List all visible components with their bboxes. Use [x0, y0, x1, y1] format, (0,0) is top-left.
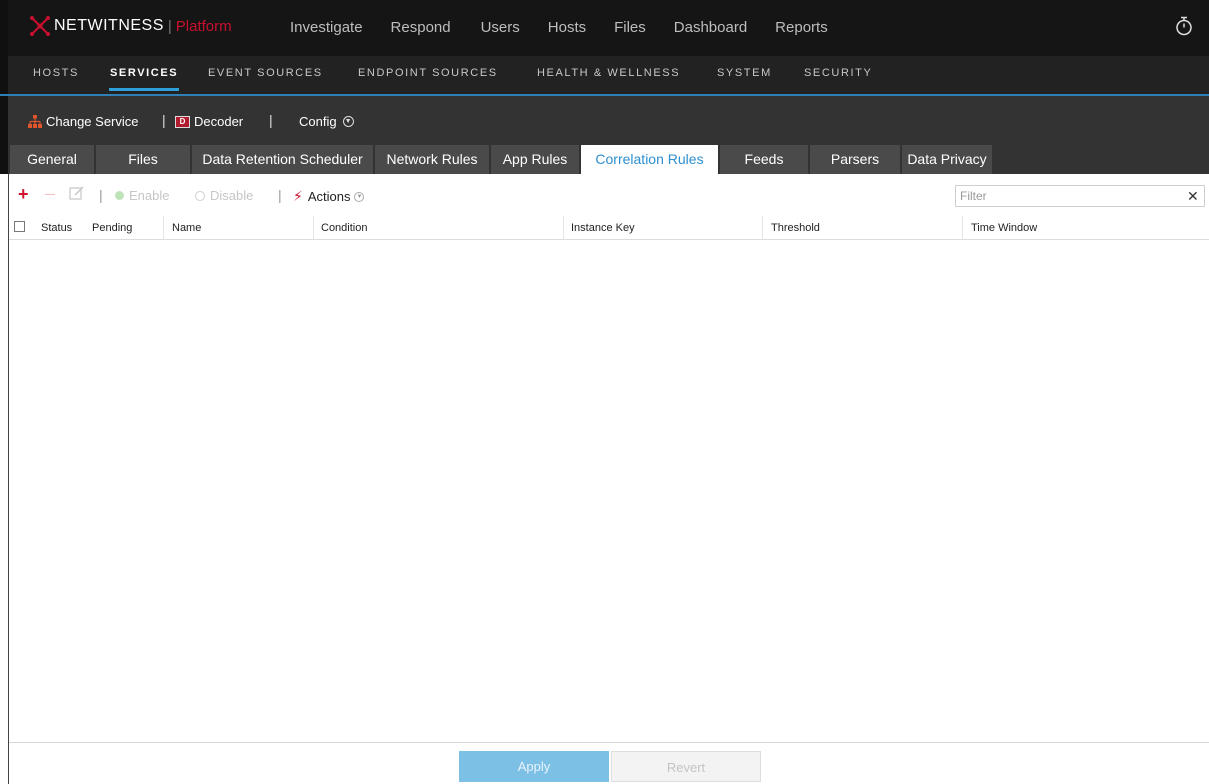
- filter-input[interactable]: [955, 185, 1205, 207]
- panel-footer: Apply Revert: [9, 742, 1209, 784]
- subnav-security[interactable]: SECURITY: [804, 67, 872, 79]
- tab-files[interactable]: Files: [96, 145, 190, 174]
- actions-label: Actions: [307, 189, 351, 204]
- service-bar: Change Service | D Decoder | Config ▼: [0, 96, 1209, 142]
- brand-separator: |: [167, 17, 172, 35]
- add-rule-button[interactable]: +: [18, 184, 29, 205]
- column-condition[interactable]: Condition: [313, 216, 564, 240]
- brand[interactable]: NETWITNESS | Platform: [30, 16, 232, 36]
- subnav-endpoint-sources[interactable]: ENDPOINT SOURCES: [358, 67, 498, 79]
- column-pending[interactable]: Pending: [84, 216, 164, 240]
- tab-feeds[interactable]: Feeds: [720, 145, 808, 174]
- remove-rule-button[interactable]: —: [45, 189, 55, 200]
- disable-button[interactable]: Disable: [195, 188, 253, 203]
- column-threshold[interactable]: Threshold: [763, 216, 963, 240]
- revert-button[interactable]: Revert: [611, 751, 761, 782]
- nav-dashboard[interactable]: Dashboard: [674, 19, 747, 36]
- tab-parsers[interactable]: Parsers: [810, 145, 900, 174]
- subnav-services[interactable]: SERVICES: [110, 67, 178, 79]
- admin-subnav: HOSTS SERVICES EVENT SOURCES ENDPOINT SO…: [0, 56, 1209, 94]
- nav-users[interactable]: Users: [481, 19, 520, 36]
- select-all-checkbox[interactable]: [14, 221, 25, 232]
- nav-hosts[interactable]: Hosts: [548, 19, 586, 36]
- rules-grid-header: Status Pending Name Condition Instance K…: [9, 216, 1209, 240]
- brand-name: NETWITNESS: [54, 17, 164, 34]
- enable-label: Enable: [129, 188, 170, 203]
- column-time-window[interactable]: Time Window: [963, 216, 1209, 240]
- correlation-rules-panel: + — | Enable Disable | ⚡ Actions ▼ ✕ Sta…: [8, 174, 1209, 784]
- apply-button[interactable]: Apply: [459, 751, 609, 782]
- change-service-label: Change Service: [46, 114, 139, 129]
- active-subnav-indicator: [109, 88, 179, 91]
- decoder-service[interactable]: D Decoder: [175, 114, 243, 129]
- network-tree-icon: [28, 115, 42, 128]
- nav-investigate[interactable]: Investigate: [290, 19, 363, 36]
- decoder-badge-icon: D: [175, 115, 190, 128]
- lightning-icon: ⚡: [293, 188, 303, 204]
- enable-dot-icon: [115, 191, 124, 200]
- subnav-event-sources[interactable]: EVENT SOURCES: [208, 67, 323, 79]
- brand-product: Platform: [175, 17, 232, 35]
- tab-app-rules[interactable]: App Rules: [491, 145, 579, 174]
- change-service-button[interactable]: Change Service: [28, 114, 139, 129]
- tab-data-privacy[interactable]: Data Privacy: [902, 145, 992, 174]
- servicebar-separator: |: [162, 112, 166, 128]
- config-dropdown[interactable]: Config ▼: [299, 114, 354, 129]
- nav-respond[interactable]: Respond: [391, 19, 451, 36]
- toolbar-separator: |: [99, 187, 103, 203]
- tab-general[interactable]: General: [10, 145, 94, 174]
- subnav-system[interactable]: SYSTEM: [717, 67, 772, 79]
- config-tabs: General Files Data Retention Scheduler N…: [0, 142, 1209, 174]
- nav-files[interactable]: Files: [614, 19, 646, 36]
- nav-reports[interactable]: Reports: [775, 19, 828, 36]
- stopwatch-icon[interactable]: [1175, 16, 1193, 36]
- rules-grid-body: [9, 241, 1209, 741]
- disable-label: Disable: [210, 188, 254, 203]
- column-instance-key[interactable]: Instance Key: [563, 216, 763, 240]
- subnav-health-wellness[interactable]: HEALTH & WELLNESS: [537, 67, 680, 79]
- edit-rule-button[interactable]: [69, 186, 85, 201]
- chevron-down-icon: ▼: [354, 191, 365, 202]
- column-status[interactable]: Status: [33, 216, 81, 240]
- netwitness-logo-icon: [30, 16, 50, 36]
- disable-circle-icon: [195, 190, 205, 201]
- main-nav: Investigate Respond Users Hosts Files Da…: [290, 19, 856, 36]
- service-name: Decoder: [194, 114, 244, 129]
- edit-icon: [69, 186, 84, 200]
- servicebar-separator-2: |: [269, 112, 273, 128]
- actions-dropdown[interactable]: ⚡ Actions ▼: [293, 188, 365, 205]
- column-name[interactable]: Name: [164, 216, 314, 240]
- config-label: Config: [299, 114, 337, 129]
- chevron-down-icon: ▼: [342, 116, 354, 127]
- tab-network-rules[interactable]: Network Rules: [375, 145, 489, 174]
- rules-toolbar: + — | Enable Disable | ⚡ Actions ▼ ✕: [9, 184, 1209, 208]
- enable-button[interactable]: Enable: [115, 188, 169, 203]
- toolbar-separator-2: |: [278, 187, 282, 203]
- tab-data-retention-scheduler[interactable]: Data Retention Scheduler: [192, 145, 373, 174]
- tab-correlation-rules[interactable]: Correlation Rules: [581, 145, 718, 174]
- top-header: NETWITNESS | Platform Investigate Respon…: [0, 0, 1209, 56]
- subnav-hosts[interactable]: HOSTS: [33, 67, 79, 79]
- clear-filter-icon[interactable]: ✕: [1187, 188, 1199, 205]
